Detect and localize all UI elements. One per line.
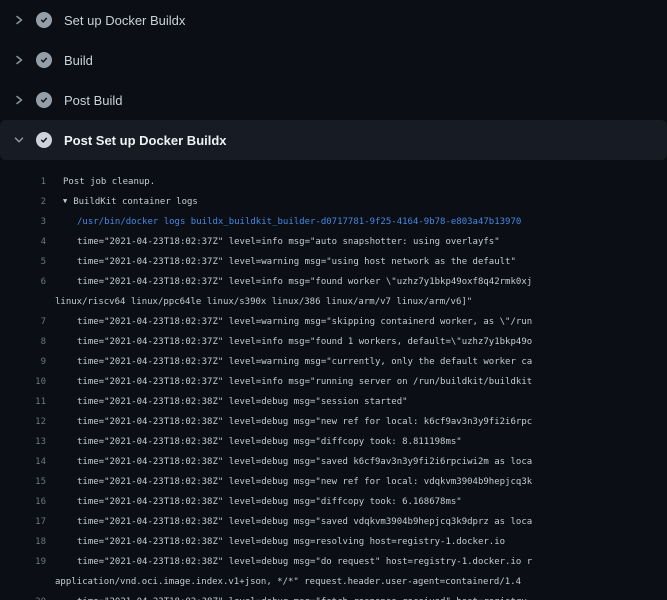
- log-line-number[interactable]: 8: [0, 332, 46, 352]
- log-pane: 1Post job cleanup.2 ▼ BuildKit container l…: [0, 160, 667, 600]
- log-line: 17time="2021-04-23T18:02:38Z" level=debu…: [0, 512, 667, 532]
- step-row-set-up-docker-buildx[interactable]: Set up Docker Buildx: [0, 0, 667, 40]
- log-line: 16time="2021-04-23T18:02:38Z" level=debu…: [0, 492, 667, 512]
- step-title: Set up Docker Buildx: [64, 13, 185, 28]
- log-line-text: time="2021-04-23T18:02:38Z" level=debug …: [46, 512, 667, 532]
- log-line-number[interactable]: 13: [0, 432, 46, 452]
- log-line-text: time="2021-04-23T18:02:38Z" level=debug …: [46, 492, 667, 512]
- log-line: 20time="2021-04-23T18:02:38Z" level=debu…: [0, 592, 667, 600]
- step-row-post-build[interactable]: Post Build: [0, 80, 667, 120]
- log-line-number[interactable]: 10: [0, 372, 46, 392]
- log-line: 5time="2021-04-23T18:02:37Z" level=warni…: [0, 252, 667, 272]
- log-line-text: time="2021-04-23T18:02:38Z" level=debug …: [46, 532, 667, 552]
- log-line-number[interactable]: 20: [0, 592, 46, 600]
- log-line-number[interactable]: 11: [0, 392, 46, 412]
- log-line-number[interactable]: 4: [0, 232, 46, 252]
- log-line-number[interactable]: 18: [0, 532, 46, 552]
- log-line: 11time="2021-04-23T18:02:38Z" level=debu…: [0, 392, 667, 412]
- log-line: linux/riscv64 linux/ppc64le linux/s390x …: [0, 292, 667, 312]
- log-line-text: time="2021-04-23T18:02:37Z" level=info m…: [46, 272, 667, 292]
- actions-log-viewer: Set up Docker Buildx Build Post Build Post …: [0, 0, 667, 600]
- log-line: 2 ▼ BuildKit container logs: [0, 192, 667, 212]
- log-line-text: time="2021-04-23T18:02:38Z" level=debug …: [46, 432, 667, 452]
- group-title-text[interactable]: BuildKit container logs: [73, 197, 198, 207]
- log-line-number[interactable]: 17: [0, 512, 46, 532]
- log-line-text: time="2021-04-23T18:02:38Z" level=debug …: [46, 592, 667, 600]
- log-line-number[interactable]: 19: [0, 552, 46, 572]
- log-line-number[interactable]: 2: [0, 192, 46, 212]
- log-line: 9time="2021-04-23T18:02:37Z" level=warni…: [0, 352, 667, 372]
- log-line-text: time="2021-04-23T18:02:37Z" level=warnin…: [46, 312, 667, 332]
- log-line-number[interactable]: 6: [0, 272, 46, 292]
- log-line-number[interactable]: 15: [0, 472, 46, 492]
- log-line: 19time="2021-04-23T18:02:38Z" level=debu…: [0, 552, 667, 572]
- chevron-right-icon[interactable]: [13, 54, 25, 66]
- step-row-build[interactable]: Build: [0, 40, 667, 80]
- step-title: Post Set up Docker Buildx: [64, 133, 227, 148]
- log-line-number[interactable]: 1: [0, 172, 46, 192]
- chevron-right-icon[interactable]: [13, 94, 25, 106]
- log-line: 18time="2021-04-23T18:02:38Z" level=debu…: [0, 532, 667, 552]
- log-command-text: /usr/bin/docker logs buildx_buildkit_bui…: [46, 212, 667, 232]
- log-line: 10time="2021-04-23T18:02:37Z" level=info…: [0, 372, 667, 392]
- success-check-circle-icon: [36, 52, 52, 68]
- log-line-text: Post job cleanup.: [46, 172, 667, 192]
- log-line-number[interactable]: 3: [0, 212, 46, 232]
- step-title: Build: [64, 53, 93, 68]
- log-line: 7time="2021-04-23T18:02:37Z" level=warni…: [0, 312, 667, 332]
- success-check-circle-icon: [36, 12, 52, 28]
- log-line-number: [0, 292, 46, 312]
- group-collapse-triangle-icon[interactable]: ▼: [63, 192, 67, 211]
- step-row-post-set-up-docker-buildx[interactable]: Post Set up Docker Buildx: [0, 120, 667, 160]
- log-line-text: time="2021-04-23T18:02:37Z" level=info m…: [46, 372, 667, 392]
- log-line-number: [0, 572, 46, 592]
- log-line-number[interactable]: 12: [0, 412, 46, 432]
- log-line: 12time="2021-04-23T18:02:38Z" level=debu…: [0, 412, 667, 432]
- steps-list: Set up Docker Buildx Build Post Build Post …: [0, 0, 667, 160]
- log-line-text: time="2021-04-23T18:02:38Z" level=debug …: [46, 472, 667, 492]
- log-line: 13time="2021-04-23T18:02:38Z" level=debu…: [0, 432, 667, 452]
- log-line-text: time="2021-04-23T18:02:37Z" level=warnin…: [46, 352, 667, 372]
- log-line: 8time="2021-04-23T18:02:37Z" level=info …: [0, 332, 667, 352]
- log-line-text: time="2021-04-23T18:02:38Z" level=debug …: [46, 452, 667, 472]
- log-line-text: linux/riscv64 linux/ppc64le linux/s390x …: [46, 292, 667, 312]
- log-line-text: application/vnd.oci.image.index.v1+json,…: [46, 572, 667, 592]
- chevron-right-icon[interactable]: [13, 14, 25, 26]
- log-line-text: time="2021-04-23T18:02:38Z" level=debug …: [46, 552, 667, 572]
- log-line-number[interactable]: 16: [0, 492, 46, 512]
- log-line: 14time="2021-04-23T18:02:38Z" level=debu…: [0, 452, 667, 472]
- log-line: 4time="2021-04-23T18:02:37Z" level=info …: [0, 232, 667, 252]
- log-line: 15time="2021-04-23T18:02:38Z" level=debu…: [0, 472, 667, 492]
- log-line-number[interactable]: 7: [0, 312, 46, 332]
- log-line-number[interactable]: 9: [0, 352, 46, 372]
- log-line-number[interactable]: 14: [0, 452, 46, 472]
- log-line: application/vnd.oci.image.index.v1+json,…: [0, 572, 667, 592]
- log-line-text: time="2021-04-23T18:02:38Z" level=debug …: [46, 412, 667, 432]
- log-line: 6time="2021-04-23T18:02:37Z" level=info …: [0, 272, 667, 292]
- log-line-number[interactable]: 5: [0, 252, 46, 272]
- log-line: 1Post job cleanup.: [0, 172, 667, 192]
- step-title: Post Build: [64, 93, 123, 108]
- success-check-circle-icon: [36, 92, 52, 108]
- success-check-circle-icon: [36, 132, 52, 148]
- log-line-text: time="2021-04-23T18:02:37Z" level=warnin…: [46, 252, 667, 272]
- chevron-down-icon[interactable]: [13, 134, 25, 146]
- log-line-text: time="2021-04-23T18:02:37Z" level=info m…: [46, 232, 667, 252]
- log-line-text: time="2021-04-23T18:02:38Z" level=debug …: [46, 392, 667, 412]
- log-line-text: ▼ BuildKit container logs: [46, 192, 667, 212]
- log-line-text: time="2021-04-23T18:02:37Z" level=info m…: [46, 332, 667, 352]
- log-line: 3/usr/bin/docker logs buildx_buildkit_bu…: [0, 212, 667, 232]
